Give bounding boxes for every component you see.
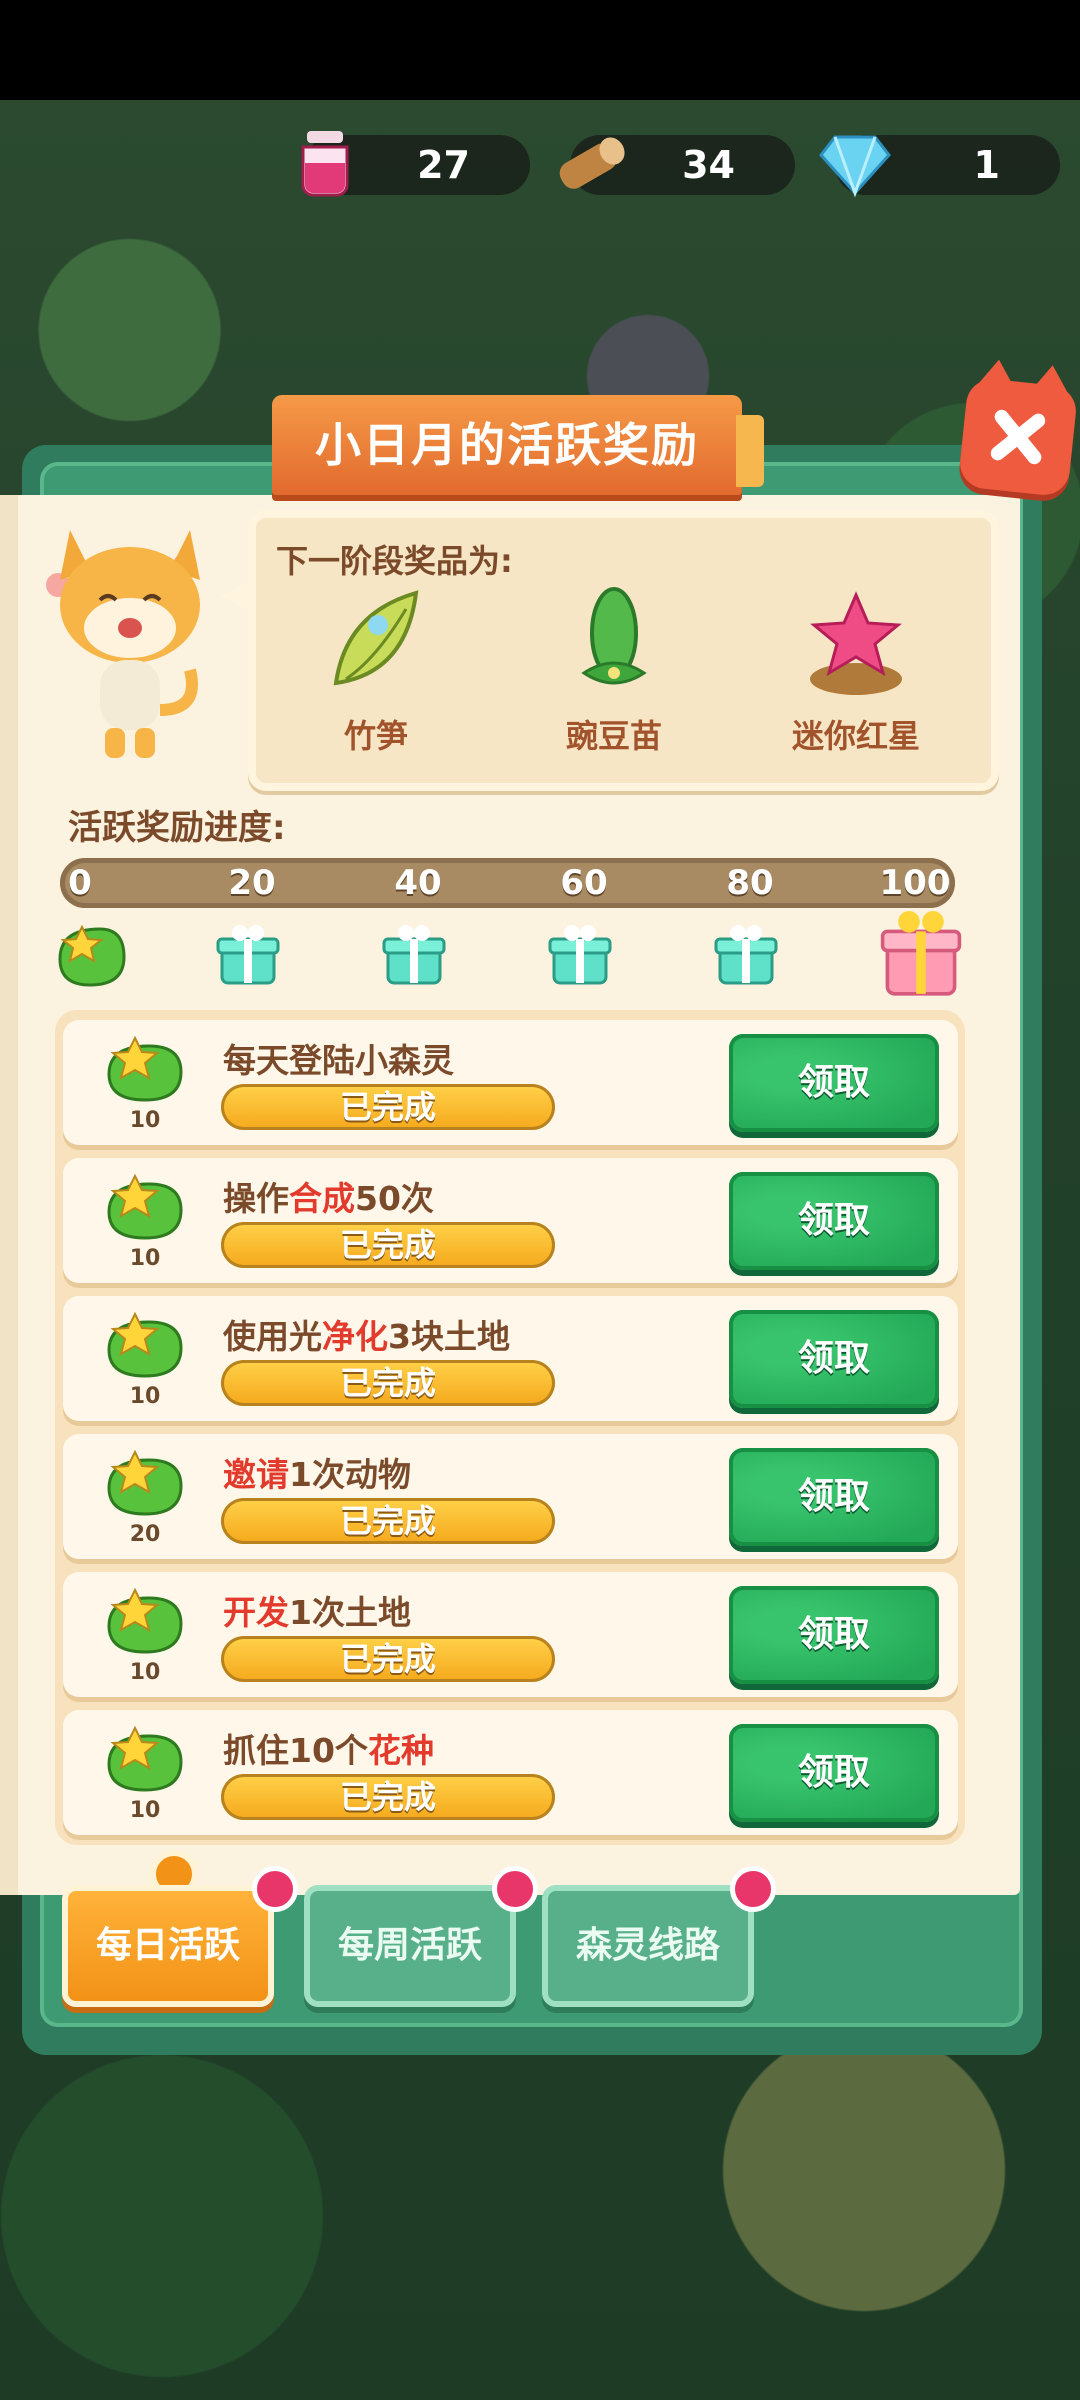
task-status: 已完成 — [221, 1498, 555, 1544]
resource-potion[interactable]: 27 — [301, 131, 530, 197]
next-reward-box: 下一阶段奖品为: 竹笋 豌豆苗 迷你红星 — [220, 510, 999, 791]
task-row: 10 抓住10个花种 已完成 领取 — [63, 1710, 958, 1835]
gift-box-icon[interactable] — [706, 915, 786, 995]
task-points: 20 — [129, 1522, 161, 1547]
leaf-star-icon[interactable] — [52, 915, 132, 995]
claim-button[interactable]: 领取 — [729, 1724, 939, 1822]
activity-points-icon — [107, 1449, 183, 1516]
prize-mini-red-star[interactable]: 迷你红星 — [756, 583, 956, 763]
activity-progress-bar: 0 20 40 60 80 100 — [60, 858, 955, 908]
claim-button[interactable]: 领取 — [729, 1448, 939, 1546]
progress-title: 活跃奖励进度: — [68, 808, 286, 848]
task-name: 使用光净化3块土地 — [223, 1317, 510, 1356]
status-bar — [0, 0, 1080, 100]
task-name: 操作合成50次 — [223, 1179, 434, 1218]
task-status: 已完成 — [221, 1774, 555, 1820]
progress-tick: 80 — [726, 863, 774, 903]
claim-button[interactable]: 领取 — [729, 1034, 939, 1132]
notification-dot — [492, 1866, 538, 1912]
progress-tick: 100 — [879, 863, 951, 903]
close-button[interactable] — [957, 357, 1079, 498]
task-row: 10 开发1次土地 已完成 领取 — [63, 1572, 958, 1697]
diamond-count: 1 — [973, 143, 1000, 187]
task-status: 已完成 — [221, 1084, 555, 1130]
task-points: 10 — [129, 1108, 161, 1133]
progress-tick: 60 — [560, 863, 608, 903]
potion-icon — [301, 131, 349, 197]
cat-mascot-icon — [46, 530, 200, 758]
progress-tick: 0 — [68, 863, 92, 903]
task-status: 已完成 — [221, 1360, 555, 1406]
claim-button[interactable]: 领取 — [729, 1586, 939, 1684]
task-name: 每天登陆小森灵 — [223, 1041, 454, 1080]
prize-label: 豌豆苗 — [565, 717, 662, 755]
panel-title-banner: 小日月的活跃奖励 — [272, 395, 764, 495]
wood-count: 34 — [682, 143, 735, 187]
task-status: 已完成 — [221, 1636, 555, 1682]
progress-tick: 20 — [228, 863, 276, 903]
activity-points-icon — [107, 1173, 183, 1240]
task-name: 邀请1次动物 — [223, 1455, 411, 1494]
task-row: 10 操作合成50次 已完成 领取 — [63, 1158, 958, 1283]
tab-forest-route[interactable]: 森灵线路 — [542, 1885, 754, 2007]
task-points: 10 — [129, 1660, 161, 1685]
claim-button[interactable]: 领取 — [729, 1172, 939, 1270]
prize-label: 迷你红星 — [791, 717, 920, 755]
activity-points-icon — [107, 1587, 183, 1654]
resource-wood[interactable]: 34 — [559, 135, 795, 195]
task-points: 10 — [129, 1798, 161, 1823]
task-status: 已完成 — [221, 1222, 555, 1268]
task-list: 10 每天登陆小森灵 已完成 领取 10 操作合成50次 已完成 领取 10 使… — [55, 1010, 965, 1845]
next-reward-title: 下一阶段奖品为: — [276, 542, 513, 580]
task-row: 20 邀请1次动物 已完成 领取 — [63, 1434, 958, 1559]
task-row: 10 每天登陆小森灵 已完成 领取 — [63, 1020, 958, 1145]
task-points: 10 — [129, 1246, 161, 1271]
activity-points-icon — [107, 1035, 183, 1102]
panel-title: 小日月的活跃奖励 — [315, 418, 699, 472]
notification-dot — [730, 1866, 776, 1912]
activity-points-icon — [107, 1725, 183, 1792]
diamond-icon — [819, 135, 891, 198]
gift-box-icon[interactable] — [540, 915, 620, 995]
task-name: 抓住10个花种 — [223, 1731, 434, 1770]
big-gift-box-icon[interactable] — [873, 905, 969, 1001]
mini-red-star-icon — [810, 591, 902, 695]
prize-bamboo-shoot[interactable]: 竹笋 — [276, 583, 476, 763]
claim-button[interactable]: 领取 — [729, 1310, 939, 1408]
task-row: 10 使用光净化3块土地 已完成 领取 — [63, 1296, 958, 1421]
gift-box-icon[interactable] — [208, 915, 288, 995]
potion-count: 27 — [417, 143, 470, 187]
gift-box-icon[interactable] — [374, 915, 454, 995]
tab-daily-activity[interactable]: 每日活跃 — [62, 1885, 274, 2007]
tab-weekly-activity[interactable]: 每周活跃 — [304, 1885, 516, 2007]
activity-points-icon — [107, 1311, 183, 1378]
bamboo-shoot-icon — [333, 590, 419, 686]
notification-dot — [252, 1866, 298, 1912]
task-points: 10 — [129, 1384, 161, 1409]
resource-diamond[interactable]: 1 — [819, 135, 1060, 198]
task-name: 开发1次土地 — [223, 1593, 411, 1632]
prize-label: 竹笋 — [343, 717, 408, 755]
pea-sprout-icon — [581, 587, 647, 685]
wood-log-icon — [559, 137, 625, 189]
progress-tick: 40 — [394, 863, 442, 903]
prize-pea-sprout[interactable]: 豌豆苗 — [514, 583, 714, 763]
